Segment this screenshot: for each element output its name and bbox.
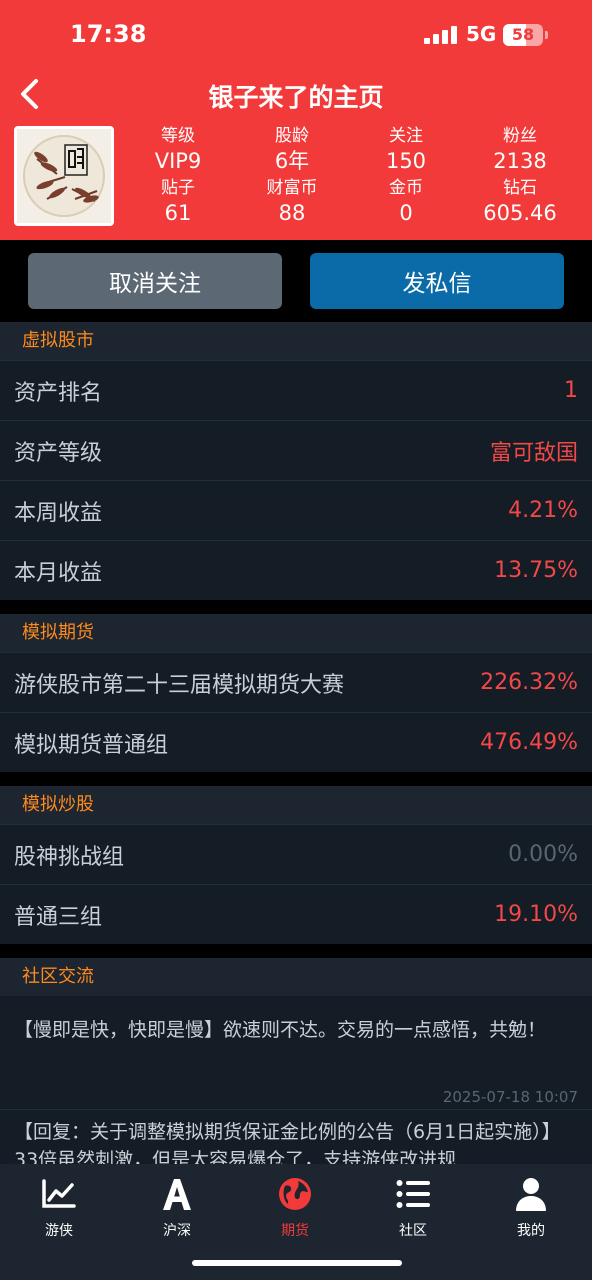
list-item[interactable]: 游侠股市第二十三届模拟期货大赛 226.32% bbox=[0, 652, 592, 712]
stat-label: 财富币 bbox=[266, 178, 318, 198]
chart-icon bbox=[39, 1174, 79, 1214]
row-value: 226.32% bbox=[480, 670, 578, 695]
battery-icon: 58 bbox=[503, 24, 543, 46]
row-value: 1 bbox=[564, 378, 578, 403]
battery-level: 58 bbox=[511, 25, 535, 44]
list-item[interactable]: 本月收益 13.75% bbox=[0, 540, 592, 600]
page-title: 银子来了的主页 bbox=[208, 83, 384, 112]
stat-following[interactable]: 关注 150 bbox=[351, 126, 461, 174]
tab-me[interactable]: 我的 bbox=[472, 1174, 590, 1240]
stat-value: 150 bbox=[385, 149, 427, 173]
tab-label: 社区 bbox=[399, 1223, 427, 1239]
row-value: 富可敌国 bbox=[489, 440, 578, 466]
person-icon bbox=[511, 1174, 551, 1214]
stat-level: 等级 VIP9 bbox=[123, 126, 233, 174]
row-label: 资产排名 bbox=[14, 380, 103, 406]
row-label: 本周收益 bbox=[14, 500, 103, 526]
stat-posts[interactable]: 贴子 61 bbox=[123, 178, 233, 226]
globe-icon bbox=[275, 1174, 315, 1214]
stat-label: 贴子 bbox=[161, 178, 195, 198]
row-value: 13.75% bbox=[494, 558, 578, 583]
stat-label: 等级 bbox=[161, 126, 195, 146]
stat-label: 股龄 bbox=[275, 126, 309, 146]
row-label: 本月收益 bbox=[14, 560, 103, 586]
stat-value: 6年 bbox=[274, 149, 310, 173]
stat-value: 61 bbox=[164, 201, 192, 225]
list-item[interactable]: 模拟期货普通组 476.49% bbox=[0, 712, 592, 772]
row-value: 476.49% bbox=[480, 730, 578, 755]
list-item[interactable]: 资产排名 1 bbox=[0, 360, 592, 420]
tab-label: 沪深 bbox=[163, 1223, 191, 1239]
community-post[interactable]: 【回复：关于调整模拟期货保证金比例的公告（6月1日起实施）】33倍虽然刺激，但是… bbox=[14, 1118, 580, 1164]
row-value: 19.10% bbox=[494, 902, 578, 927]
unfollow-button[interactable]: 取消关注 bbox=[28, 253, 282, 309]
status-bar: 17:38 5G 58 bbox=[0, 0, 592, 72]
list-item[interactable]: 本周收益 4.21% bbox=[0, 480, 592, 540]
row-label: 普通三组 bbox=[14, 904, 103, 930]
tab-community[interactable]: 社区 bbox=[354, 1174, 472, 1240]
row-value: 4.21% bbox=[508, 498, 578, 523]
profile-header: 17:38 5G 58 银子来了的主页 等级 VIP9 股龄 6年 关注 150… bbox=[0, 0, 592, 240]
stat-value: VIP9 bbox=[154, 149, 202, 173]
letter-a-icon bbox=[157, 1174, 197, 1214]
divider bbox=[0, 1109, 592, 1110]
tab-label: 游侠 bbox=[45, 1223, 73, 1239]
stat-diamonds: 钻石 605.46 bbox=[465, 178, 575, 226]
tab-futures[interactable]: 期货 bbox=[236, 1174, 354, 1240]
row-label: 股神挑战组 bbox=[14, 844, 125, 870]
tab-hushen[interactable]: 沪深 bbox=[118, 1174, 236, 1240]
network-type: 5G bbox=[466, 22, 497, 46]
stat-followers[interactable]: 粉丝 2138 bbox=[465, 126, 575, 174]
community-post-list: 【慢即是快，快即是慢】欲速则不达。交易的一点感悟，共勉！ 2025-07-18 … bbox=[0, 996, 592, 1164]
stat-value: 88 bbox=[278, 201, 306, 225]
list-icon bbox=[393, 1174, 433, 1214]
section-community-title: 社区交流 bbox=[0, 958, 592, 996]
section-stock-sim-title: 模拟炒股 bbox=[0, 786, 592, 824]
row-label: 资产等级 bbox=[14, 440, 103, 466]
stat-gold-coins: 金币 0 bbox=[351, 178, 461, 226]
stat-value: 605.46 bbox=[483, 201, 557, 225]
stat-wealth-coins: 财富币 88 bbox=[237, 178, 347, 226]
tab-youxia[interactable]: 游侠 bbox=[0, 1174, 118, 1240]
stat-value: 2138 bbox=[493, 149, 547, 173]
row-value: 0.00% bbox=[508, 842, 578, 867]
battery-cap bbox=[545, 31, 548, 39]
section-futures-title: 模拟期货 bbox=[0, 614, 592, 652]
list-item[interactable]: 普通三组 19.10% bbox=[0, 884, 592, 944]
list-item[interactable]: 股神挑战组 0.00% bbox=[0, 824, 592, 884]
avatar[interactable] bbox=[14, 126, 114, 226]
post-date: 2025-07-18 10:07 bbox=[442, 1088, 578, 1106]
tab-label: 我的 bbox=[517, 1223, 545, 1239]
row-label: 模拟期货普通组 bbox=[14, 732, 169, 758]
stat-label: 关注 bbox=[389, 126, 423, 146]
community-post[interactable]: 【慢即是快，快即是慢】欲速则不达。交易的一点感悟，共勉！ bbox=[14, 1016, 580, 1044]
stat-label: 金币 bbox=[389, 178, 423, 198]
send-message-button[interactable]: 发私信 bbox=[310, 253, 564, 309]
status-time: 17:38 bbox=[70, 20, 147, 48]
signal-icon bbox=[424, 26, 458, 44]
tab-label: 期货 bbox=[281, 1223, 309, 1239]
stat-stock-age: 股龄 6年 bbox=[237, 126, 347, 174]
stat-value: 0 bbox=[399, 201, 413, 225]
row-label: 游侠股市第二十三届模拟期货大赛 bbox=[14, 672, 345, 698]
list-item[interactable]: 资产等级 富可敌国 bbox=[0, 420, 592, 480]
stat-label: 粉丝 bbox=[503, 126, 537, 146]
home-indicator[interactable] bbox=[192, 1260, 402, 1266]
section-virtual-stock-title: 虚拟股市 bbox=[0, 322, 592, 360]
stat-label: 钻石 bbox=[503, 178, 537, 198]
